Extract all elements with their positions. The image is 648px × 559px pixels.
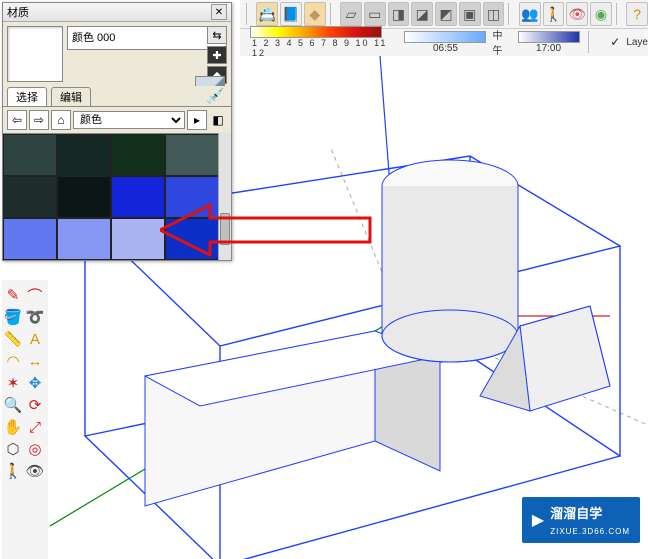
arrows-icon[interactable]: ⇆ [207,26,227,44]
swatch[interactable] [57,218,111,260]
view-front-icon[interactable]: ▭ [364,2,386,26]
protractor-icon[interactable]: ◠ [2,350,24,372]
look-icon[interactable]: ◉ [590,2,612,26]
material-name-field[interactable]: 颜色 000 [67,26,227,50]
swatch[interactable] [111,218,165,260]
swatch[interactable] [57,134,111,176]
nav-back-icon[interactable]: ⇦ [7,110,27,130]
swatch[interactable] [165,176,219,218]
details-icon[interactable]: ▸ [187,110,207,130]
left-toolbar: ✎⌒ 🪣➰ 📏A ◠↔ ✶✥ 🔍⟳ ✋⤢ ⬡◎ 🚶👁 [2,280,48,559]
view-top-icon[interactable]: ▱ [340,2,362,26]
person-icon[interactable]: 🚶 [2,460,24,482]
tab-select[interactable]: 选择 [7,87,47,106]
swatch[interactable] [57,176,111,218]
swatch[interactable] [3,176,57,218]
eye2-icon[interactable]: 👁 [24,460,46,482]
swatch[interactable] [3,134,57,176]
pan-icon[interactable]: ✋ [2,416,24,438]
nav-forward-icon[interactable]: ⇨ [29,110,49,130]
time-toolbar: 1 2 3 4 5 6 7 8 9 10 11 12 06:55 中午 17:0… [240,28,648,56]
top-toolbar-row1: 📇 📘 ◆ ▱ ▭ ◨ ◪ ◩ ▣ ◫ 👥 🚶 👁 ◉ ? [240,0,648,29]
create-material-icon[interactable]: ✚ [207,46,227,64]
view-right-icon[interactable]: ◨ [388,2,410,26]
close-icon[interactable]: ✕ [211,4,227,20]
view-iso-icon[interactable]: ◪ [411,2,433,26]
move-icon[interactable]: ✥ [24,372,46,394]
extents-icon[interactable]: ⤢ [24,416,46,438]
morning-slider[interactable] [404,31,486,43]
time-2: 17:00 [536,43,561,54]
book-icon[interactable]: 📘 [280,2,302,26]
scrollbar-thumb[interactable] [220,213,230,245]
nav-home-icon[interactable]: ⌂ [51,110,71,130]
category-select[interactable]: 颜色 [73,111,185,129]
watermark-text: 溜溜自学 [550,506,602,521]
swatch[interactable] [111,134,165,176]
swatch[interactable] [165,218,219,260]
axes-icon[interactable]: ✶ [2,372,24,394]
swatch[interactable] [111,176,165,218]
zoom-icon[interactable]: 🔍 [2,394,24,416]
time-1: 06:55 [433,43,458,54]
print-icon[interactable]: 📇 [256,2,278,26]
text-icon[interactable]: A [24,328,46,350]
eyedropper-icon[interactable]: 💉 [206,87,225,105]
watermark-sub: ZIXUE.3D66.COM [550,527,630,536]
watermark: ▶ 溜溜自学 ZIXUE.3D66.COM [522,497,640,543]
view-back-icon[interactable]: ▣ [459,2,481,26]
tab-edit[interactable]: 编辑 [51,87,91,106]
swatch-grid [3,133,231,260]
noon-label: 中午 [492,27,511,57]
layer-label: Laye [626,37,648,48]
eye-icon[interactable]: 👁 [566,2,588,26]
swirl-icon[interactable]: ➰ [24,306,46,328]
arc-icon[interactable]: ⌒ [24,284,46,306]
help-icon[interactable]: ? [626,2,648,26]
view-persp-icon[interactable]: ◫ [483,2,505,26]
swatch-scrollbar[interactable] [218,133,231,260]
scale-numbers: 1 2 3 4 5 6 7 8 9 10 11 12 [252,38,398,58]
list-icon[interactable]: ◧ [209,111,227,129]
panel-title: 材质 [7,4,29,20]
materials-panel: 材质 ✕ 颜色 000 ⇆ ✚ ◆ 选择 编辑 💉 ⇦ ⇨ ⌂ 颜色 ▸ ◧ [2,2,232,261]
swatch[interactable] [165,134,219,176]
orbit-icon[interactable]: ⟳ [24,394,46,416]
date-scale[interactable] [250,26,382,38]
people-icon[interactable]: 👥 [519,2,541,26]
walk-icon[interactable]: 🚶 [543,2,565,26]
material-preview[interactable] [7,26,63,82]
section-icon[interactable]: ⬡ [2,438,24,460]
dimension-icon[interactable]: ↔ [24,350,46,372]
view-left-icon[interactable]: ◩ [435,2,457,26]
diamond-icon[interactable]: ◆ [304,2,326,26]
bucket-icon[interactable]: 🪣 [2,306,24,328]
evening-slider[interactable] [518,31,580,43]
tape-icon[interactable]: 📏 [2,328,24,350]
swatch[interactable] [3,218,57,260]
target-icon[interactable]: ◎ [24,438,46,460]
layer-check-icon[interactable]: ✓ [610,35,620,49]
pencil-icon[interactable]: ✎ [2,284,24,306]
